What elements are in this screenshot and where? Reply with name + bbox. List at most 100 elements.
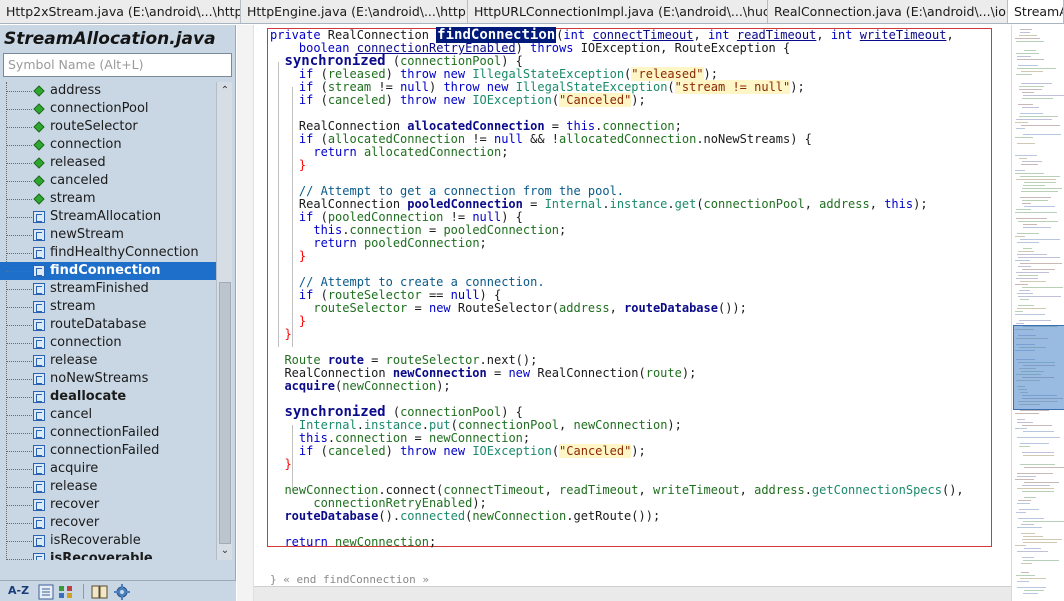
method-icon <box>33 283 45 295</box>
symbol-item-label: isRecoverable <box>50 551 153 560</box>
list-view-icon[interactable] <box>38 584 54 600</box>
symbol-search-input[interactable]: Symbol Name (Alt+L) <box>3 53 232 77</box>
tree-connector <box>6 397 32 398</box>
symbol-item-label: routeSelector <box>50 119 138 134</box>
minimap-line <box>1016 53 1039 54</box>
symbol-item-streamallocation[interactable]: StreamAllocation <box>0 208 216 226</box>
field-icon <box>33 85 45 97</box>
minimap-line <box>1019 320 1051 321</box>
tree-connector <box>6 127 32 128</box>
method-icon <box>33 337 45 349</box>
code-text[interactable]: private RealConnection findConnection(in… <box>270 27 964 549</box>
symbol-item-release[interactable]: release <box>0 352 216 370</box>
symbol-item-deallocate[interactable]: deallocate <box>0 388 216 406</box>
minimap-line <box>1019 446 1030 447</box>
minimap-line <box>1016 272 1049 273</box>
symbol-item-release[interactable]: release <box>0 478 216 496</box>
minimap-line <box>1018 518 1044 519</box>
symbol-item-nonewstreams[interactable]: noNewStreams <box>0 370 216 388</box>
symbol-list-scrollbar[interactable]: ⌃ ⌄ <box>216 82 232 560</box>
symbol-item-recover[interactable]: recover <box>0 496 216 514</box>
minimap-line <box>1017 293 1033 294</box>
minimap-line <box>1016 41 1044 42</box>
category-view-icon[interactable] <box>58 584 74 600</box>
tab-httpengine[interactable]: HttpEngine.java (E:\android\...\http) <box>241 0 468 23</box>
minimap-viewport[interactable] <box>1013 325 1064 410</box>
minimap-line <box>1020 176 1060 177</box>
tree-connector <box>6 343 32 344</box>
minimap-line <box>1024 206 1055 207</box>
symbol-item-connection[interactable]: connection <box>0 334 216 352</box>
symbol-item-stream[interactable]: stream <box>0 298 216 316</box>
minimap-line <box>1017 143 1035 144</box>
method-icon <box>33 229 45 241</box>
minimap-line <box>1018 500 1031 501</box>
symbol-item-findconnection[interactable]: findConnection <box>0 262 216 280</box>
scroll-up-icon[interactable]: ⌃ <box>220 86 230 96</box>
symbol-item-canceled[interactable]: canceled <box>0 172 216 190</box>
symbol-item-cancel[interactable]: cancel <box>0 406 216 424</box>
symbol-item-routedatabase[interactable]: routeDatabase <box>0 316 216 334</box>
symbol-item-address[interactable]: address <box>0 82 216 100</box>
minimap-line <box>1017 422 1033 423</box>
minimap-line <box>1015 260 1030 261</box>
minimap-line <box>1023 536 1043 537</box>
symbol-item-label: connection <box>50 335 122 350</box>
sort-alpha-button[interactable]: A-Z <box>8 584 29 600</box>
tree-connector <box>6 541 32 542</box>
symbol-item-isrecoverable[interactable]: isRecoverable <box>0 550 216 560</box>
minimap-line <box>1023 248 1032 249</box>
symbol-item-released[interactable]: released <box>0 154 216 172</box>
minimap-line <box>1019 86 1044 87</box>
symbol-item-recover[interactable]: recover <box>0 514 216 532</box>
method-icon <box>33 211 45 223</box>
method-icon <box>33 301 45 313</box>
tab-realconnection[interactable]: RealConnection.java (E:\android\...\io) <box>768 0 1008 23</box>
symbol-item-stream[interactable]: stream <box>0 190 216 208</box>
minimap-line <box>1024 497 1036 498</box>
symbol-item-isrecoverable[interactable]: isRecoverable <box>0 532 216 550</box>
minimap-line <box>1017 56 1031 57</box>
editor-horizontal-scrollbar[interactable] <box>254 586 1011 601</box>
minimap-line <box>1019 158 1027 159</box>
scroll-down-icon[interactable]: ⌄ <box>220 546 230 556</box>
minimap-line <box>1022 203 1031 204</box>
tab-http2xstream[interactable]: Http2xStream.java (E:\android\...\http) <box>0 0 241 23</box>
symbol-item-connectionfailed[interactable]: connectionFailed <box>0 424 216 442</box>
method-icon <box>33 535 45 547</box>
minimap-line <box>1015 155 1037 156</box>
minimap-line <box>1016 74 1032 75</box>
symbol-panel: StreamAllocation.java Symbol Name (Alt+L… <box>0 25 236 601</box>
symbol-item-connectionpool[interactable]: connectionPool <box>0 100 216 118</box>
symbol-item-acquire[interactable]: acquire <box>0 460 216 478</box>
symbol-item-routeselector[interactable]: routeSelector <box>0 118 216 136</box>
field-icon <box>33 121 45 133</box>
tree-connector <box>6 289 32 290</box>
symbol-item-streamfinished[interactable]: streamFinished <box>0 280 216 298</box>
minimap-line <box>1015 479 1034 480</box>
tree-connector <box>6 271 32 272</box>
minimap-line <box>1024 50 1036 51</box>
gear-icon[interactable] <box>114 584 130 600</box>
tree-connector <box>6 559 32 560</box>
minimap-line <box>1023 95 1064 96</box>
book-icon[interactable] <box>91 584 109 600</box>
symbol-item-findhealthyconnection[interactable]: findHealthyConnection <box>0 244 216 262</box>
scrollbar-thumb[interactable] <box>219 282 231 544</box>
symbol-item-label: noNewStreams <box>50 371 149 386</box>
symbol-item-connectionfailed[interactable]: connectionFailed <box>0 442 216 460</box>
minimap-line <box>1020 113 1043 114</box>
symbol-item-newstream[interactable]: newStream <box>0 226 216 244</box>
tab-streamallocation[interactable]: StreamAl <box>1008 0 1064 23</box>
tree-connector <box>6 217 32 218</box>
method-icon <box>33 319 45 331</box>
symbol-item-label: connectionFailed <box>50 425 160 440</box>
code-editor[interactable]: private RealConnection findConnection(in… <box>254 25 1011 601</box>
tab-httpurlconnectionimpl[interactable]: HttpURLConnectionImpl.java (E:\android\.… <box>468 0 768 23</box>
minimap-line <box>1022 269 1055 270</box>
minimap-line <box>1017 527 1042 528</box>
end-function-note: } « end findConnection » <box>270 573 429 586</box>
code-minimap[interactable] <box>1011 25 1064 601</box>
symbol-item-label: connectionPool <box>50 101 149 116</box>
symbol-item-connection[interactable]: connection <box>0 136 216 154</box>
